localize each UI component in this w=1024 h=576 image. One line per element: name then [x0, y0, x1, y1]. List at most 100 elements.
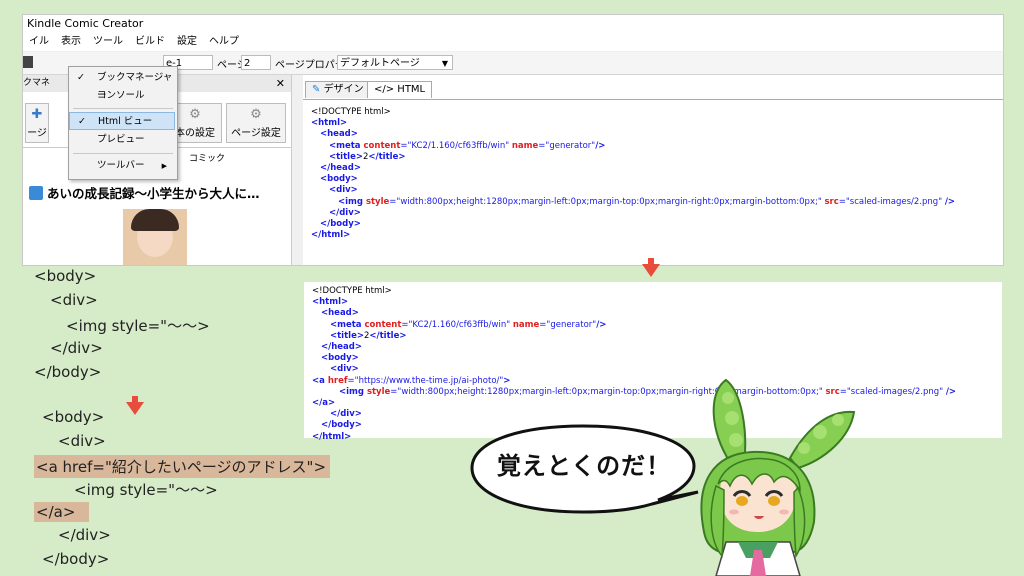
code-line: <!DOCTYPE html>	[312, 286, 1002, 297]
modified-html-code-panel: <!DOCTYPE html> <html> <head> <meta content…	[304, 282, 1002, 442]
pencil-icon: ✎	[312, 84, 321, 95]
view-menu-dropdown: ✓ ブックマネージャー コンソール ✓ Html ビュー プレビュー ツールバー ▶	[68, 66, 178, 180]
code-token: <img	[339, 386, 367, 397]
code-token: <body>	[321, 353, 359, 364]
view-tabs: ✎ デザイン </> HTML	[303, 79, 1003, 99]
page-button[interactable]: ✚ ージ	[25, 103, 49, 143]
code-token: <img	[338, 196, 366, 207]
menu-item-preview[interactable]: プレビュー	[69, 131, 175, 149]
code-line: <div>	[58, 432, 106, 450]
code-token: </a>	[312, 398, 336, 409]
menu-item-console[interactable]: コンソール	[69, 87, 175, 105]
code-token: </title>	[369, 330, 407, 341]
save-icon[interactable]	[23, 56, 33, 68]
html-view-panel: ✎ デザイン </> HTML <!DOCTYPE html> <html> <he…	[303, 75, 1003, 265]
add-icon: ✚	[31, 107, 43, 122]
code-line: <meta content="KC2/1.160/cf63ffb/win" na…	[311, 141, 1001, 152]
code-line: <title>2</title>	[311, 152, 1001, 163]
code-line: <body>	[34, 267, 97, 285]
code-line: <body>	[311, 174, 1001, 185]
code-line: </head>	[312, 342, 1002, 353]
code-line: </a>	[312, 398, 1002, 409]
code-line: </html>	[311, 230, 1001, 241]
code-line: <head>	[311, 129, 1001, 140]
code-line: </div>	[58, 526, 111, 544]
menu-tools[interactable]: ツール	[87, 33, 129, 51]
code-line: <body>	[312, 353, 1002, 364]
menu-file[interactable]: イル	[23, 33, 55, 51]
code-token: name	[511, 140, 539, 151]
gear-icon: ⚙	[250, 107, 262, 122]
code-token: <html>	[311, 118, 348, 129]
close-icon[interactable]: ✕	[276, 75, 285, 92]
code-line: <title>2</title>	[312, 331, 1002, 342]
menu-settings[interactable]: 設定	[171, 33, 203, 51]
book-list-item[interactable]: あいの成長記録〜小学生から大人に…	[29, 183, 260, 202]
code-token: ="generator"	[539, 319, 597, 330]
code-line: </div>	[311, 208, 1001, 219]
menu-item-book-manager[interactable]: ✓ ブックマネージャー	[69, 69, 175, 101]
book-icon	[29, 186, 43, 200]
code-token: ="KC2/1.160/cf63ffb/win"	[400, 140, 512, 151]
code-line: <img style="〜〜>	[66, 317, 210, 335]
code-token: <div>	[330, 364, 359, 375]
page-settings-button[interactable]: ⚙ ページ設定	[226, 103, 286, 143]
code-line: </div>	[312, 409, 1002, 420]
divider	[303, 99, 1003, 100]
code-line: <html>	[312, 297, 1002, 308]
code-token: />	[596, 319, 607, 330]
code-token: content	[363, 140, 401, 151]
book-thumbnail[interactable]	[123, 209, 187, 265]
code-token: <!DOCTYPE html>	[311, 107, 391, 117]
code-token: <!DOCTYPE html>	[312, 286, 392, 296]
code-line: <a href="https://www.the-time.jp/ai-phot…	[312, 376, 1002, 387]
down-arrow-icon	[642, 264, 660, 277]
code-token: <html>	[312, 297, 349, 308]
code-token: name	[512, 319, 540, 330]
code-token: />	[595, 140, 606, 151]
code-line: <html>	[311, 118, 1001, 129]
code-token: <meta	[329, 140, 364, 151]
comic-label: コミック	[189, 154, 226, 164]
code-token: </body>	[321, 420, 362, 431]
divider	[73, 108, 173, 109]
code-token: ="generator"	[538, 140, 596, 151]
check-icon: ✓	[78, 116, 86, 127]
code-token: ="width:800px;height:1280px;margin-left:…	[389, 196, 825, 207]
code-token: <div>	[329, 185, 358, 196]
check-icon: ✓	[77, 72, 85, 83]
divider	[73, 153, 173, 154]
code-line: <img style="〜〜>	[74, 481, 218, 499]
menu-item-html-view[interactable]: ✓ Html ビュー	[69, 112, 175, 130]
code-line: </body>	[34, 363, 102, 381]
code-token: </head>	[320, 163, 361, 174]
html-code-view[interactable]: <!DOCTYPE html> <html> <head> <meta content…	[311, 107, 1001, 257]
menu-bar: イル 表示 ツール ビルド 設定 ヘルプ	[23, 33, 1003, 51]
bubble-text: 覚えとくのだ！	[496, 452, 672, 480]
zundamon-character-illustration	[700, 378, 856, 576]
code-line: </div>	[50, 339, 103, 357]
code-token: style	[366, 386, 391, 397]
code-token: />	[945, 386, 957, 397]
menu-view[interactable]: 表示	[55, 33, 87, 51]
menu-help[interactable]: ヘルプ	[203, 33, 245, 51]
chevron-right-icon: ▶	[161, 162, 167, 170]
modified-html-code: <!DOCTYPE html> <html> <head> <meta content…	[312, 286, 1002, 443]
menu-build[interactable]: ビルド	[129, 33, 171, 51]
code-line: <img style="width:800px;height:1280px;ma…	[311, 197, 1001, 208]
code-line: <img style="width:800px;height:1280px;ma…	[312, 387, 1002, 398]
tab-design[interactable]: ✎ デザイン	[305, 81, 371, 98]
code-token: ="KC2/1.160/cf63ffb/win"	[401, 319, 513, 330]
code-token: >	[503, 375, 511, 386]
default-page-select[interactable]: デフォルトページ ▼	[337, 55, 453, 70]
highlighted-anchor-open: <a href="紹介したいページのアドレス">	[34, 455, 331, 478]
menu-item-toolbar[interactable]: ツールバー ▶	[69, 157, 175, 175]
code-token: <head>	[320, 129, 358, 140]
code-token: <head>	[321, 308, 359, 319]
code-token: style	[365, 196, 390, 207]
tab-html[interactable]: </> HTML	[367, 81, 433, 98]
code-token: <title>	[330, 330, 364, 341]
code-token: </html>	[311, 230, 351, 241]
app-window-screenshot: Kindle Comic Creator イル 表示 ツール ビルド 設定 ヘルプ e-1…	[22, 14, 1004, 266]
page-number-field[interactable]: 2	[241, 55, 271, 70]
